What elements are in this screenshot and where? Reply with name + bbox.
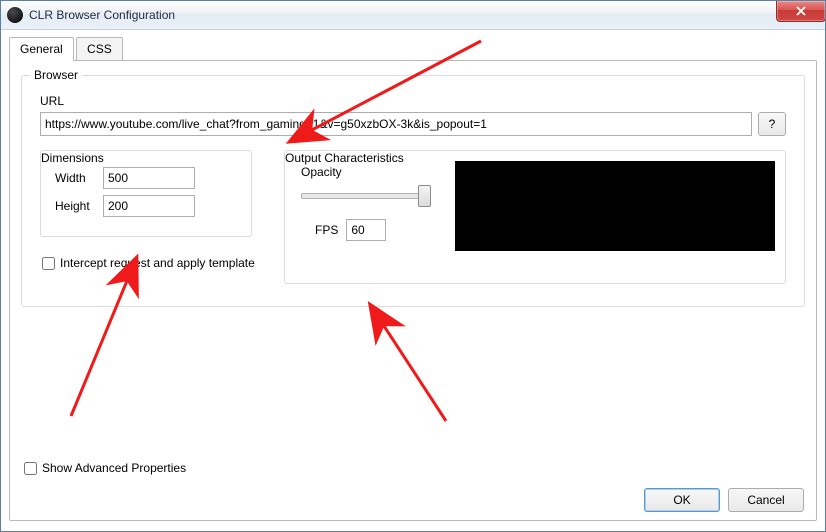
ok-button[interactable]: OK bbox=[644, 488, 720, 512]
intercept-label: Intercept request and apply template bbox=[60, 256, 255, 270]
advanced-row[interactable]: Show Advanced Properties bbox=[24, 461, 186, 475]
tab-css[interactable]: CSS bbox=[76, 37, 123, 61]
slider-track bbox=[301, 193, 431, 199]
width-row: Width bbox=[55, 167, 195, 189]
group-dimensions: Dimensions Width Height bbox=[40, 150, 252, 237]
config-window: CLR Browser Configuration General CSS Br… bbox=[0, 0, 826, 532]
advanced-label: Show Advanced Properties bbox=[42, 461, 186, 475]
window-title: CLR Browser Configuration bbox=[29, 8, 175, 22]
tab-general[interactable]: General bbox=[9, 37, 74, 61]
height-row: Height bbox=[55, 195, 195, 217]
tab-strip: General CSS bbox=[9, 37, 817, 61]
width-label: Width bbox=[55, 171, 99, 185]
close-icon bbox=[795, 6, 807, 16]
intercept-checkbox[interactable] bbox=[42, 257, 55, 270]
intercept-row[interactable]: Intercept request and apply template bbox=[42, 256, 255, 270]
titlebar: CLR Browser Configuration bbox=[1, 1, 825, 30]
fps-input[interactable] bbox=[346, 219, 386, 241]
width-input[interactable] bbox=[103, 167, 195, 189]
output-preview bbox=[455, 161, 775, 251]
url-input[interactable] bbox=[40, 112, 752, 136]
button-row: OK Cancel bbox=[644, 488, 804, 512]
close-button[interactable] bbox=[776, 0, 826, 22]
slider-thumb[interactable] bbox=[418, 185, 431, 207]
group-output: Output Characteristics Opacity FPS bbox=[284, 150, 786, 284]
tab-panel: Browser URL ? Dimensions Width Height bbox=[9, 60, 817, 521]
url-help-button[interactable]: ? bbox=[758, 112, 786, 136]
opacity-slider[interactable] bbox=[301, 185, 431, 205]
height-label: Height bbox=[55, 199, 99, 213]
advanced-checkbox[interactable] bbox=[24, 462, 37, 475]
fps-label: FPS bbox=[315, 223, 338, 237]
app-icon bbox=[7, 7, 23, 23]
group-browser: Browser URL ? Dimensions Width Height bbox=[21, 75, 805, 307]
opacity-label: Opacity bbox=[301, 165, 342, 179]
group-browser-legend: Browser bbox=[30, 68, 82, 82]
url-row: ? bbox=[40, 112, 786, 136]
client-area: General CSS Browser URL ? Dimensions Wid… bbox=[9, 37, 817, 521]
url-label: URL bbox=[40, 94, 64, 108]
fps-row: FPS bbox=[315, 219, 386, 241]
question-icon: ? bbox=[769, 117, 776, 131]
cancel-button[interactable]: Cancel bbox=[728, 488, 804, 512]
height-input[interactable] bbox=[103, 195, 195, 217]
group-dimensions-legend: Dimensions bbox=[41, 151, 251, 165]
